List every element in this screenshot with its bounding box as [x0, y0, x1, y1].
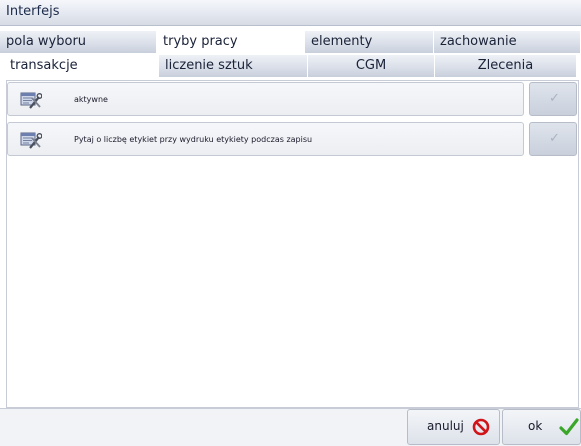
sub-tabs: transakcje liczenie sztuk CGM Zlecenia: [0, 55, 581, 77]
option-label: aktywne: [74, 95, 108, 104]
window-title: Interfejs: [6, 4, 60, 19]
tab-transakcje[interactable]: transakcje: [4, 55, 159, 77]
tab-tryby-pracy[interactable]: tryby pracy: [157, 31, 305, 53]
tab-zachowanie[interactable]: zachowanie: [434, 31, 581, 53]
cancel-label: anuluj: [427, 419, 464, 433]
option-row-aktywne[interactable]: aktywne: [7, 82, 524, 116]
settings-tools-icon: [20, 132, 42, 149]
ok-label: ok: [528, 419, 543, 433]
toggle-aktywne[interactable]: ✓: [529, 82, 577, 116]
checkmark-icon: [559, 418, 579, 436]
option-label: Pytaj o liczbę etykiet przy wydruku etyk…: [74, 135, 313, 144]
tab-elementy[interactable]: elementy: [305, 31, 434, 53]
tab-liczenie-sztuk[interactable]: liczenie sztuk: [159, 55, 308, 77]
tab-cgm[interactable]: CGM: [308, 55, 435, 77]
toggle-pytaj-o-liczbe-etykiet[interactable]: ✓: [529, 122, 577, 156]
main-tabs: pola wyboru tryby pracy elementy zachowa…: [0, 31, 581, 53]
tab-zlecenia[interactable]: Zlecenia: [435, 55, 577, 77]
checkmark-icon: ✓: [549, 131, 560, 146]
tab-pola-wyboru[interactable]: pola wyboru: [0, 31, 157, 53]
cancel-button[interactable]: anuluj: [407, 409, 500, 445]
prohibited-icon: [472, 418, 490, 436]
settings-tools-icon: [20, 92, 42, 109]
ok-button[interactable]: ok: [502, 409, 581, 445]
window-titlebar: Interfejs: [0, 0, 581, 26]
checkmark-icon: ✓: [549, 91, 560, 106]
option-row-pytaj-o-liczbe-etykiet[interactable]: Pytaj o liczbę etykiet przy wydruku etyk…: [7, 122, 524, 156]
